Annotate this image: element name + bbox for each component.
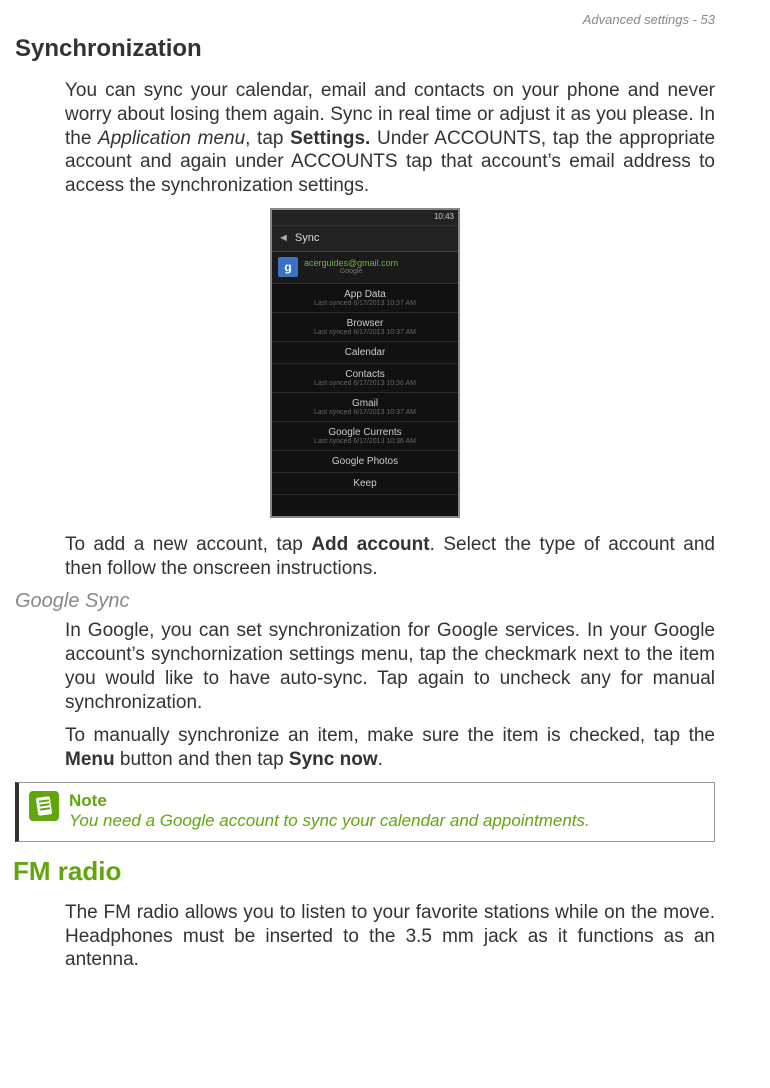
fm-radio-paragraph: The FM radio allows you to listen to you… [65, 901, 715, 972]
list-item: Google CurrentsLast synced 6/17/2013 10:… [272, 422, 458, 451]
back-icon: ◄ [278, 232, 289, 244]
account-row: g acerguides@gmail.com Google [272, 252, 458, 284]
list-item: Google Photos [272, 451, 458, 473]
google-sync-heading: Google Sync [15, 590, 715, 613]
page-header: Advanced settings - 53 [15, 12, 715, 27]
text: button and then tap [115, 749, 289, 770]
text: . [378, 749, 383, 770]
google-sync-para2: To manually synchronize an item, make su… [65, 724, 715, 772]
item-meta: Last synced 6/17/2013 10:37 AM [280, 329, 450, 336]
list-item: Keep [272, 473, 458, 495]
item-meta: Last synced 6/17/2013 10:37 AM [280, 300, 450, 307]
list-item: App DataLast synced 6/17/2013 10:37 AM [272, 284, 458, 313]
status-time: 10:43 [434, 212, 454, 221]
item-meta: Last synced 6/17/2013 10:36 AM [280, 380, 450, 387]
note-text: You need a Google account to sync your c… [69, 811, 590, 831]
fm-radio-heading: FM radio [13, 856, 715, 887]
item-name: Gmail [280, 398, 450, 409]
item-name: Google Currents [280, 427, 450, 438]
item-name: Google Photos [280, 456, 450, 467]
list-item: ContactsLast synced 6/17/2013 10:36 AM [272, 364, 458, 393]
item-name: Keep [280, 478, 450, 489]
account-provider: Google [304, 268, 398, 275]
note-icon [29, 791, 59, 821]
note-box: Note You need a Google account to sync y… [15, 782, 715, 842]
item-name: Browser [280, 318, 450, 329]
application-menu-label: Application menu [98, 128, 245, 149]
synchronization-heading: Synchronization [15, 35, 715, 63]
list-item: BrowserLast synced 6/17/2013 10:37 AM [272, 313, 458, 342]
note-label: Note [69, 791, 590, 811]
sync-intro-paragraph: You can sync your calendar, email and co… [65, 79, 715, 198]
item-name: Calendar [280, 347, 450, 358]
item-meta: Last synced 6/17/2013 10:37 AM [280, 409, 450, 416]
item-meta: Last synced 6/17/2013 10:36 AM [280, 438, 450, 445]
sync-now-label: Sync now [289, 749, 378, 770]
list-item: GmailLast synced 6/17/2013 10:37 AM [272, 393, 458, 422]
add-account-paragraph: To add a new account, tap Add account. S… [65, 533, 715, 581]
account-email: acerguides@gmail.com [304, 259, 398, 268]
sync-title: Sync [295, 232, 319, 244]
google-sync-para1: In Google, you can set synchronization f… [65, 619, 715, 714]
text: To manually synchronize an item, make su… [65, 725, 715, 746]
item-name: App Data [280, 289, 450, 300]
sync-title-bar: ◄ Sync [272, 226, 458, 252]
menu-label: Menu [65, 749, 115, 770]
item-name: Contacts [280, 369, 450, 380]
status-bar: 10:43 [272, 210, 458, 226]
text: , tap [245, 128, 290, 149]
add-account-label: Add account [311, 534, 429, 555]
phone-screenshot: 10:43 ◄ Sync g acerguides@gmail.com Goog… [270, 208, 460, 518]
sync-screenshot: 10:43 ◄ Sync g acerguides@gmail.com Goog… [15, 208, 715, 523]
list-item: Calendar [272, 342, 458, 364]
text: To add a new account, tap [65, 534, 311, 555]
settings-label: Settings. [290, 128, 370, 149]
google-icon: g [278, 257, 298, 277]
